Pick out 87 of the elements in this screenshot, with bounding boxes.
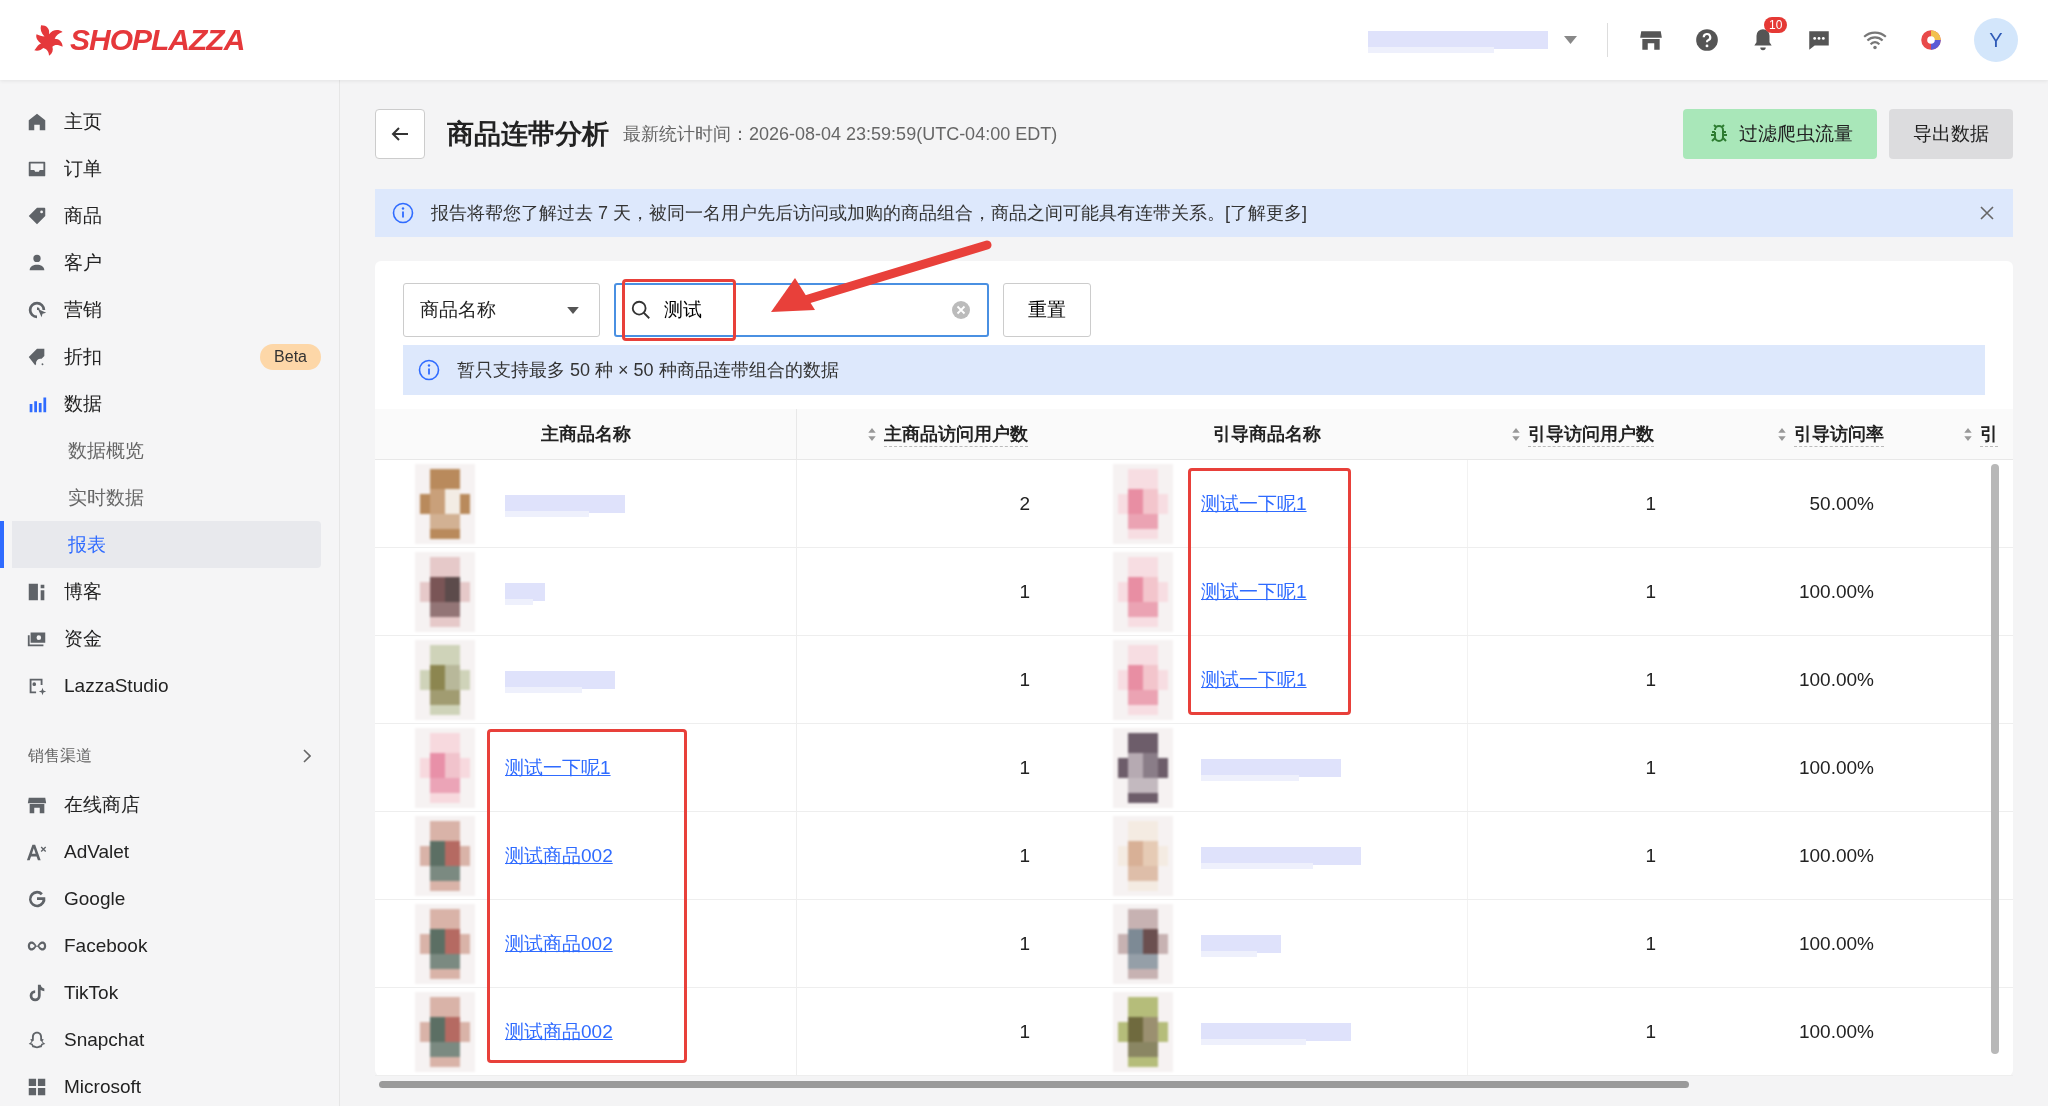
nav-item[interactable]: TikTok bbox=[0, 969, 321, 1016]
column-header[interactable]: 引导访问率 bbox=[1714, 409, 1934, 459]
nav-item[interactable]: 数据 bbox=[0, 380, 321, 427]
user-avatar[interactable]: Y bbox=[1974, 18, 2018, 62]
info-icon bbox=[417, 358, 441, 382]
nav-item[interactable]: 折扣 Beta bbox=[0, 333, 321, 380]
page-title: 商品连带分析 bbox=[447, 118, 609, 151]
sort-icon bbox=[1512, 427, 1520, 441]
table-cell-text: 2 bbox=[1018, 491, 1031, 516]
table-cell-text: 1 bbox=[1018, 1019, 1031, 1044]
table-cell-text: 100.00% bbox=[1798, 1019, 1875, 1044]
nav-subitem[interactable]: 数据概览 bbox=[0, 427, 321, 474]
nav-subitem[interactable]: 报表 bbox=[0, 521, 321, 568]
product-link[interactable]: 测试一下呢1 bbox=[505, 754, 611, 781]
back-button[interactable] bbox=[375, 109, 425, 159]
nav-item[interactable]: 资金 bbox=[0, 615, 321, 662]
table-cell-text: 1 bbox=[1018, 579, 1031, 604]
sort-icon bbox=[1964, 427, 1972, 441]
nav-item[interactable]: 博客 bbox=[0, 568, 321, 615]
table-cell-text: 1 bbox=[1644, 755, 1657, 780]
column-header[interactable]: 主商品访问用户数 bbox=[797, 409, 1088, 459]
sort-icon bbox=[868, 427, 876, 441]
app-logo-icon[interactable] bbox=[1918, 27, 1944, 53]
logo-text: SHOPLAZZA bbox=[70, 23, 245, 57]
nav-item[interactable]: Google bbox=[0, 875, 321, 922]
nav-item[interactable]: Facebook bbox=[0, 922, 321, 969]
product-link[interactable]: 测试一下呢1 bbox=[1201, 490, 1307, 517]
table-cell-text: 100.00% bbox=[1798, 755, 1875, 780]
sort-icon bbox=[1778, 427, 1786, 441]
nav-item[interactable]: 营销 bbox=[0, 286, 321, 333]
caret-icon bbox=[567, 306, 579, 314]
info-icon bbox=[391, 201, 415, 225]
product-link[interactable]: 测试商品002 bbox=[505, 842, 613, 869]
nav-item[interactable]: Microsoft bbox=[0, 1063, 321, 1106]
filter-bot-button[interactable]: 过滤爬虫流量 bbox=[1683, 109, 1877, 159]
nav-item[interactable]: 订单 bbox=[0, 145, 321, 192]
export-button[interactable]: 导出数据 bbox=[1889, 109, 2013, 159]
table-cell-text: 1 bbox=[1644, 1019, 1657, 1044]
table-cell-text: 1 bbox=[1018, 931, 1031, 956]
table-cell-text: 100.00% bbox=[1798, 843, 1875, 868]
nav-item[interactable]: Snapchat bbox=[0, 1016, 321, 1063]
table-cell-text: 100.00% bbox=[1798, 931, 1875, 956]
logo-icon bbox=[32, 23, 66, 57]
nav-item[interactable]: AdValet bbox=[0, 828, 321, 875]
table-cell-text: 100.00% bbox=[1798, 579, 1875, 604]
help-icon[interactable] bbox=[1694, 27, 1720, 53]
section-header[interactable]: 销售渠道 bbox=[0, 731, 321, 781]
nav-item[interactable]: 主页 bbox=[0, 98, 321, 145]
product-link[interactable]: 测试一下呢1 bbox=[1201, 578, 1307, 605]
product-link[interactable]: 测试一下呢1 bbox=[1201, 666, 1307, 693]
table-cell-text: 1 bbox=[1018, 755, 1031, 780]
beta-badge: Beta bbox=[260, 343, 321, 370]
column-header[interactable]: 引导访问用户数 bbox=[1468, 409, 1714, 459]
caret-icon bbox=[1564, 36, 1577, 44]
nav-item[interactable]: 客户 bbox=[0, 239, 321, 286]
nav-subitem[interactable]: 实时数据 bbox=[0, 474, 321, 521]
table-cell-text: 1 bbox=[1644, 843, 1657, 868]
table-cell-text: 1 bbox=[1644, 667, 1657, 692]
close-icon[interactable] bbox=[1979, 205, 1995, 221]
scrollbar[interactable] bbox=[379, 1081, 1689, 1088]
table-cell-text: 1 bbox=[1018, 667, 1031, 692]
table-cell-text: 50.00% bbox=[1808, 491, 1875, 516]
section-title: 销售渠道 bbox=[28, 745, 92, 766]
column-header[interactable]: 引 bbox=[1934, 409, 2013, 459]
reset-button[interactable]: 重置 bbox=[1003, 283, 1091, 337]
product-link[interactable]: 测试商品002 bbox=[505, 1018, 613, 1045]
table-cell-text: 100.00% bbox=[1798, 667, 1875, 692]
notification-badge: 10 bbox=[1764, 17, 1788, 33]
table-cell-text: 1 bbox=[1018, 843, 1031, 868]
learn-more-link[interactable]: [了解更多] bbox=[1225, 203, 1308, 223]
field-select[interactable]: 商品名称 bbox=[403, 283, 600, 337]
column-header: 主商品名称 bbox=[375, 409, 797, 459]
scrollbar[interactable] bbox=[1991, 464, 1999, 1054]
nav-item[interactable]: 在线商店 bbox=[0, 781, 321, 828]
column-header: 引导商品名称 bbox=[1212, 423, 1322, 446]
nav-item[interactable]: LazzaStudio bbox=[0, 662, 321, 709]
update-time: 最新统计时间：2026-08-04 23:59:59(UTC-04:00 EDT) bbox=[623, 123, 1058, 146]
chevron-right-icon bbox=[303, 749, 311, 763]
table-cell-text: 1 bbox=[1644, 579, 1657, 604]
nav-item[interactable]: 商品 bbox=[0, 192, 321, 239]
table-cell-text: 1 bbox=[1644, 491, 1657, 516]
table-cell-text: 1 bbox=[1644, 931, 1657, 956]
notice-text: 报告将帮您了解过去 7 天，被同一名用户先后访问或加购的商品组合，商品之间可能具有连带关系。[了解更多] bbox=[431, 202, 1308, 225]
limit-text: 暂只支持最多 50 种 × 50 种商品连带组合的数据 bbox=[457, 359, 839, 382]
search-field[interactable]: 测试 bbox=[614, 283, 989, 337]
product-link[interactable]: 测试商品002 bbox=[505, 930, 613, 957]
search-icon bbox=[630, 299, 652, 321]
